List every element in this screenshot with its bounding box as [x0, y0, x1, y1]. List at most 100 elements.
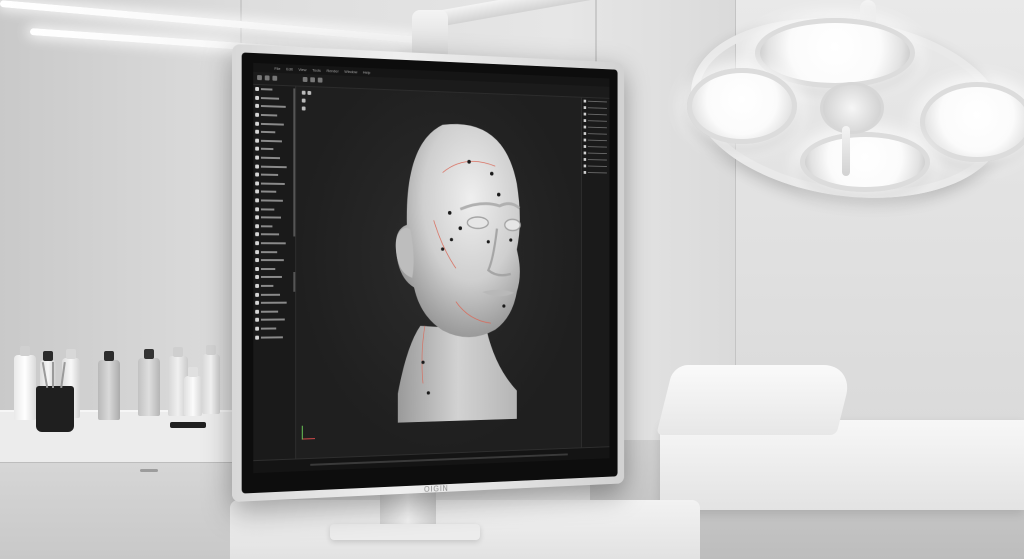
- head-shape: [395, 122, 520, 339]
- property-value: [587, 159, 607, 161]
- property-icon: [583, 106, 587, 110]
- outliner-icon: [255, 147, 260, 152]
- property-value: [587, 139, 607, 142]
- outliner-label: [260, 122, 284, 126]
- viewport-icon[interactable]: [301, 90, 306, 95]
- outliner-panel: [253, 84, 297, 462]
- cabinet: [0, 462, 250, 559]
- outliner-row[interactable]: [253, 307, 295, 316]
- outliner-label: [260, 276, 282, 279]
- outliner-icon: [255, 181, 260, 186]
- 3d-viewport[interactable]: [296, 86, 582, 460]
- outliner-row[interactable]: [253, 265, 295, 274]
- outliner-label: [260, 96, 280, 100]
- outliner-label: [260, 173, 279, 177]
- surgical-lamp-pod: [920, 82, 1024, 162]
- outliner-label: [260, 233, 280, 236]
- bottle: [138, 349, 160, 416]
- outliner-scrollbar[interactable]: [293, 272, 296, 292]
- property-icon: [583, 112, 587, 116]
- menu-item[interactable]: File: [274, 64, 280, 73]
- outliner-icon: [255, 335, 260, 340]
- property-icon: [583, 164, 587, 168]
- property-icon: [583, 158, 587, 161]
- outliner-label: [260, 335, 283, 339]
- outliner-label: [260, 182, 285, 185]
- outliner-icon: [255, 164, 260, 169]
- lamp-handle: [842, 126, 850, 176]
- small-tray: [170, 422, 206, 428]
- outliner-icon: [255, 275, 260, 280]
- viewport-icon[interactable]: [307, 90, 312, 95]
- outliner-label: [260, 148, 274, 151]
- brush-cup: [36, 361, 74, 432]
- outliner-icon: [255, 198, 260, 203]
- tool-icon[interactable]: [302, 76, 308, 83]
- monitor: FileEditViewToolsRenderWindowHelp: [232, 44, 625, 502]
- property-value: [587, 172, 607, 174]
- outliner-row[interactable]: [253, 332, 295, 341]
- property-icon: [583, 138, 587, 142]
- surgical-lamp-hub: [820, 82, 884, 134]
- outliner-label: [260, 190, 277, 194]
- outliner-label: [260, 114, 278, 117]
- tool-icon[interactable]: [317, 77, 323, 83]
- outliner-label: [260, 327, 277, 330]
- tool-icon[interactable]: [272, 75, 278, 81]
- property-icon: [583, 125, 587, 129]
- outliner-label: [260, 284, 274, 287]
- property-icon: [583, 151, 587, 155]
- outliner-row[interactable]: [253, 290, 295, 299]
- outliner-label: [260, 105, 286, 109]
- outliner-icon: [255, 206, 260, 211]
- outliner-label: [260, 165, 287, 168]
- exam-bed-headrest: [656, 365, 854, 435]
- outliner-icon: [255, 155, 260, 160]
- property-value: [587, 100, 607, 103]
- operating-room: FileEditViewToolsRenderWindowHelp: [0, 0, 1024, 559]
- outliner-label: [260, 156, 281, 160]
- tool-icon[interactable]: [257, 75, 262, 81]
- eye-left: [467, 217, 488, 229]
- outliner-row[interactable]: [253, 299, 295, 308]
- outliner-icon: [255, 292, 260, 297]
- outliner-icon: [255, 232, 260, 237]
- menu-item[interactable]: Help: [363, 68, 371, 77]
- tool-icon[interactable]: [264, 75, 270, 81]
- outliner-icon: [255, 241, 260, 246]
- outliner-label: [260, 225, 273, 228]
- outliner-icon: [255, 215, 260, 220]
- property-value: [587, 165, 607, 167]
- head-model[interactable]: [334, 102, 589, 454]
- viewport-icon[interactable]: [301, 106, 306, 111]
- outliner-row[interactable]: [253, 282, 295, 291]
- outliner-label: [260, 259, 284, 262]
- menu-item[interactable]: View: [298, 65, 306, 74]
- property-row[interactable]: [582, 169, 609, 176]
- axis-gizmo-y: [301, 425, 303, 440]
- viewport-icon[interactable]: [301, 98, 306, 103]
- menu-item[interactable]: Edit: [286, 64, 293, 73]
- outliner-row[interactable]: [253, 230, 295, 239]
- outliner-icon: [255, 121, 260, 126]
- outliner-row[interactable]: [253, 239, 295, 248]
- outliner-row[interactable]: [253, 247, 295, 256]
- outliner-row[interactable]: [253, 222, 295, 231]
- property-value: [587, 113, 607, 116]
- surgical-lamp-pod: [800, 132, 930, 192]
- outliner-icon: [255, 112, 260, 117]
- outliner-label: [260, 267, 276, 270]
- monitor-bezel: File Edit View Tools Render Window Help: [241, 52, 618, 494]
- outliner-scrollbar[interactable]: [293, 88, 296, 237]
- outliner-label: [260, 318, 285, 322]
- outliner-icon: [255, 309, 260, 314]
- property-value: [587, 126, 607, 129]
- cabinet-handle: [140, 469, 158, 472]
- outliner-row[interactable]: [253, 256, 295, 265]
- outliner-icon: [255, 87, 260, 92]
- menu-item[interactable]: Tools: [312, 66, 321, 75]
- outliner-row[interactable]: [253, 273, 295, 282]
- tool-icon[interactable]: [310, 77, 315, 83]
- outliner-label: [260, 88, 273, 91]
- outliner-icon: [255, 129, 260, 135]
